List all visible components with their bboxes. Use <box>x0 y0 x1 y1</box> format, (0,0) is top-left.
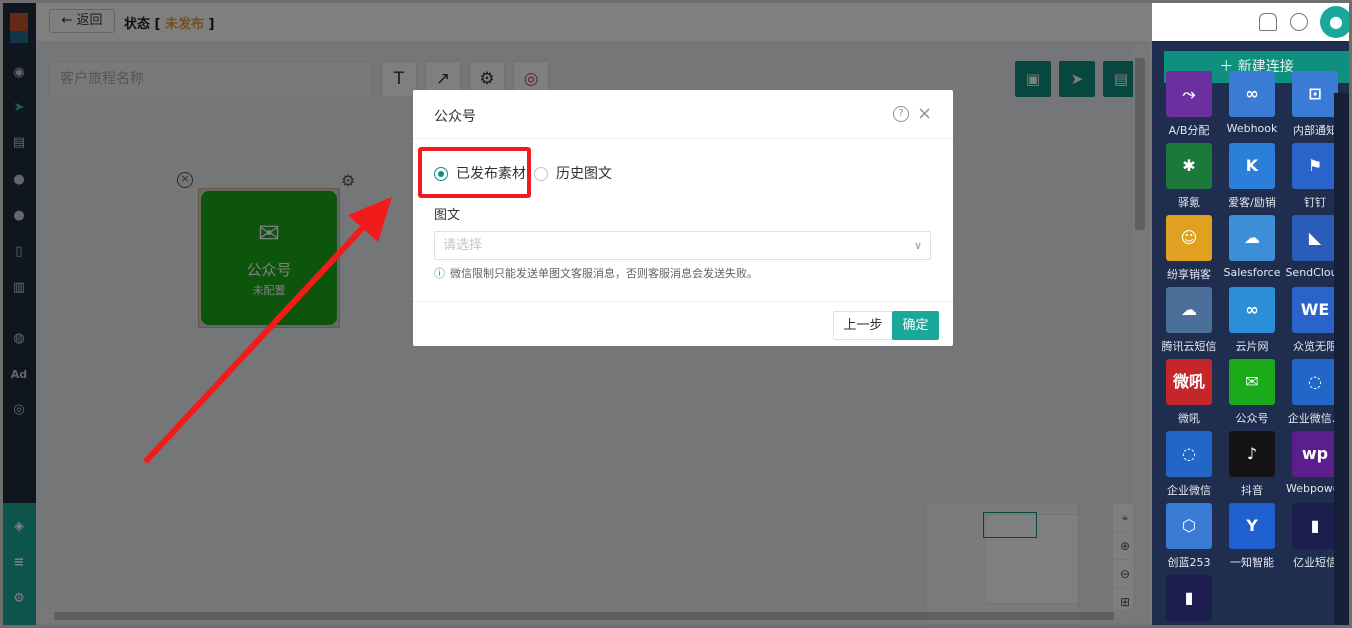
connector-icon: ⤳ <box>1166 71 1212 117</box>
connector-label: Webhook <box>1226 122 1278 135</box>
connector-icon: ⊡ <box>1292 71 1338 117</box>
prev-button[interactable]: 上一步 <box>833 311 893 340</box>
connector-icon: ☺ <box>1166 215 1212 261</box>
connector-item[interactable]: ∞ 云片网 <box>1221 287 1283 354</box>
connector-label: 企业微信 <box>1167 484 1211 497</box>
dialog-header: 公众号 ? × <box>413 90 953 139</box>
confirm-button[interactable]: 确定 <box>892 311 939 340</box>
connector-item[interactable]: ☁ Salesforce <box>1221 215 1283 279</box>
connector-icon: ☁ <box>1166 287 1212 333</box>
connector-icon: ◌ <box>1166 431 1212 477</box>
connector-item[interactable]: 微吼 微吼 <box>1158 359 1220 426</box>
connector-label: 微吼 <box>1178 412 1200 425</box>
connector-item[interactable]: Y 一知智能 <box>1221 503 1283 570</box>
connector-item[interactable]: ⬡ 创蓝253 <box>1158 503 1220 570</box>
connector-icon: ◌ <box>1292 359 1338 405</box>
connector-icon: ∞ <box>1229 287 1275 333</box>
connector-icon: Y <box>1229 503 1275 549</box>
connector-item[interactable]: ✱ 驿氪 <box>1158 143 1220 210</box>
connector-label: 驿氪 <box>1178 196 1200 209</box>
connector-item[interactable]: ◌ 企业微信 <box>1158 431 1220 498</box>
bell-icon[interactable] <box>1259 13 1277 31</box>
article-select[interactable]: 请选择 ∨ <box>434 231 931 260</box>
connector-panel: ＋ 新建连接 ⤳ A/B分配 ∞ Webhook ⊡ 内部通知 ✱ 驿氪 K 爱客/励销 ⚑ 钉钉 ☺ 纷… <box>1152 41 1349 625</box>
connector-item[interactable]: ♪ 抖音 <box>1221 431 1283 498</box>
connector-icon: ♪ <box>1229 431 1275 477</box>
connector-label: A/B分配 <box>1168 124 1210 137</box>
connector-icon: ☁ <box>1229 215 1275 261</box>
connector-label: 云片网 <box>1235 340 1269 353</box>
wechat-dialog: 公众号 ? × 已发布素材 历史图文 图文 请选择 ∨ ⓘ 微信限制只能发送单图文… <box>413 90 953 346</box>
connector-icon: ⚑ <box>1292 143 1338 189</box>
app-window: ◉ ➤ ▤ ● ● ▯ ▥ ◍ Ad ◎ ◈ ≡ ⚙ ← 返回 状态 [ 未发布… <box>3 3 1349 625</box>
connector-icon: ▮ <box>1166 575 1212 621</box>
connector-icon: WE <box>1292 287 1338 333</box>
dialog-title: 公众号 <box>434 109 476 125</box>
connector-item[interactable]: ▮亿业短信 <box>1158 575 1220 625</box>
close-icon[interactable]: × <box>917 103 932 124</box>
connector-label: 纷享销客 <box>1167 268 1211 281</box>
dialog-footer: 上一步 确定 <box>413 301 953 346</box>
connector-icon: wp <box>1292 431 1338 477</box>
connector-item[interactable]: ☁ 腾讯云短信 <box>1158 287 1220 354</box>
connector-icon: ▮ <box>1292 503 1338 549</box>
connector-item[interactable]: ☺ 纷享销客 <box>1158 215 1220 282</box>
radio-history[interactable]: 历史图文 <box>534 163 612 183</box>
connector-label: 公众号 <box>1235 412 1269 425</box>
connector-icon: K <box>1229 143 1275 189</box>
chat-icon[interactable] <box>1290 13 1308 31</box>
hint-text: ⓘ 微信限制只能发送单图文客服消息，否则客服消息会发送失败。 <box>434 267 758 280</box>
connector-label: 腾讯云短信 <box>1161 340 1217 353</box>
panel-scrollbar[interactable] <box>1334 93 1349 625</box>
connector-icon: ◣ <box>1292 215 1338 261</box>
chevron-down-icon: ∨ <box>913 239 922 252</box>
radio-button-unchecked[interactable] <box>534 167 548 181</box>
connector-item[interactable]: ⤳ A/B分配 <box>1158 71 1220 138</box>
connector-label: 抖音 <box>1241 484 1263 497</box>
help-icon[interactable]: ? <box>893 106 909 122</box>
avatar[interactable]: ● <box>1320 6 1349 38</box>
connector-item[interactable]: ∞ Webhook <box>1221 71 1283 135</box>
field-label: 图文 <box>434 208 461 223</box>
connector-icon: ⬡ <box>1166 503 1212 549</box>
connector-icon: ✉ <box>1229 359 1275 405</box>
connector-icon: ∞ <box>1229 71 1275 117</box>
info-icon: ⓘ <box>434 267 445 280</box>
connector-icon: 微吼 <box>1166 359 1212 405</box>
connector-icon: ✱ <box>1166 143 1212 189</box>
connector-label: Salesforce <box>1223 266 1281 279</box>
connector-item[interactable]: K 爱客/励销 <box>1221 143 1283 210</box>
highlight-box <box>418 147 531 198</box>
connector-item[interactable]: ✉ 公众号 <box>1221 359 1283 426</box>
connector-label: 一知智能 <box>1230 556 1274 569</box>
connector-label: 爱客/励销 <box>1228 196 1276 209</box>
connector-label: 创蓝253 <box>1167 556 1211 569</box>
